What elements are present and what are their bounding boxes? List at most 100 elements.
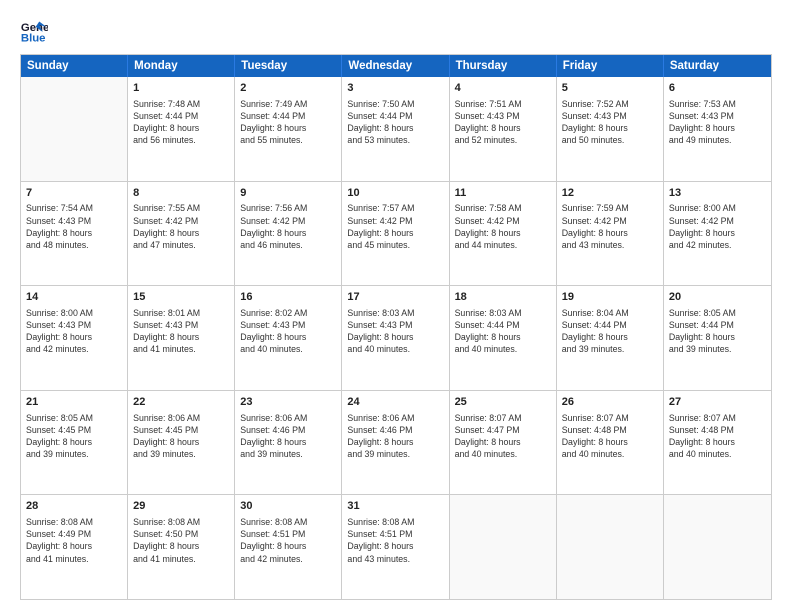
day-number: 4 xyxy=(455,81,551,96)
day-info: Sunrise: 8:07 AMSunset: 4:47 PMDaylight:… xyxy=(455,412,551,461)
day-info: Sunrise: 7:50 AMSunset: 4:44 PMDaylight:… xyxy=(347,98,443,147)
day-info: Sunrise: 7:53 AMSunset: 4:43 PMDaylight:… xyxy=(669,98,766,147)
calendar-cell xyxy=(450,495,557,599)
day-number: 1 xyxy=(133,81,229,96)
day-number: 20 xyxy=(669,290,766,305)
calendar-week-4: 21 Sunrise: 8:05 AMSunset: 4:45 PMDayligh… xyxy=(21,390,771,495)
day-info: Sunrise: 7:55 AMSunset: 4:42 PMDaylight:… xyxy=(133,202,229,251)
day-number: 16 xyxy=(240,290,336,305)
calendar-cell: 1 Sunrise: 7:48 AMSunset: 4:44 PMDaylight… xyxy=(128,77,235,181)
calendar-cell: 14 Sunrise: 8:00 AMSunset: 4:43 PMDayligh… xyxy=(21,286,128,390)
day-info: Sunrise: 7:52 AMSunset: 4:43 PMDaylight:… xyxy=(562,98,658,147)
calendar-cell: 20 Sunrise: 8:05 AMSunset: 4:44 PMDayligh… xyxy=(664,286,771,390)
calendar-cell: 2 Sunrise: 7:49 AMSunset: 4:44 PMDaylight… xyxy=(235,77,342,181)
day-header-tuesday: Tuesday xyxy=(235,55,342,77)
logo: General Blue xyxy=(20,18,52,46)
day-number: 31 xyxy=(347,499,443,514)
day-info: Sunrise: 8:07 AMSunset: 4:48 PMDaylight:… xyxy=(562,412,658,461)
day-number: 10 xyxy=(347,186,443,201)
day-info: Sunrise: 8:01 AMSunset: 4:43 PMDaylight:… xyxy=(133,307,229,356)
day-header-saturday: Saturday xyxy=(664,55,771,77)
calendar-cell: 12Sunrise: 7:59 AMSunset: 4:42 PMDayligh… xyxy=(557,182,664,286)
calendar-header: SundayMondayTuesdayWednesdayThursdayFrid… xyxy=(21,55,771,77)
calendar-cell: 3 Sunrise: 7:50 AMSunset: 4:44 PMDaylight… xyxy=(342,77,449,181)
day-number: 29 xyxy=(133,499,229,514)
day-number: 30 xyxy=(240,499,336,514)
day-number: 27 xyxy=(669,395,766,410)
day-number: 7 xyxy=(26,186,122,201)
day-info: Sunrise: 8:08 AMSunset: 4:51 PMDaylight:… xyxy=(347,516,443,565)
calendar-cell: 21 Sunrise: 8:05 AMSunset: 4:45 PMDayligh… xyxy=(21,391,128,495)
day-number: 12 xyxy=(562,186,658,201)
calendar-cell: 9Sunrise: 7:56 AMSunset: 4:42 PMDaylight… xyxy=(235,182,342,286)
day-number: 26 xyxy=(562,395,658,410)
calendar-cell: 13Sunrise: 8:00 AMSunset: 4:42 PMDayligh… xyxy=(664,182,771,286)
calendar-cell: 19 Sunrise: 8:04 AMSunset: 4:44 PMDayligh… xyxy=(557,286,664,390)
calendar-cell: 18 Sunrise: 8:03 AMSunset: 4:44 PMDayligh… xyxy=(450,286,557,390)
day-number: 24 xyxy=(347,395,443,410)
day-number: 6 xyxy=(669,81,766,96)
calendar-cell: 26 Sunrise: 8:07 AMSunset: 4:48 PMDayligh… xyxy=(557,391,664,495)
day-number: 9 xyxy=(240,186,336,201)
day-number: 18 xyxy=(455,290,551,305)
calendar-week-1: 1 Sunrise: 7:48 AMSunset: 4:44 PMDaylight… xyxy=(21,77,771,181)
calendar-cell: 24 Sunrise: 8:06 AMSunset: 4:46 PMDayligh… xyxy=(342,391,449,495)
day-info: Sunrise: 8:08 AMSunset: 4:51 PMDaylight:… xyxy=(240,516,336,565)
calendar: SundayMondayTuesdayWednesdayThursdayFrid… xyxy=(20,54,772,600)
calendar-cell xyxy=(664,495,771,599)
day-info: Sunrise: 7:48 AMSunset: 4:44 PMDaylight:… xyxy=(133,98,229,147)
day-info: Sunrise: 8:05 AMSunset: 4:44 PMDaylight:… xyxy=(669,307,766,356)
day-info: Sunrise: 8:03 AMSunset: 4:43 PMDaylight:… xyxy=(347,307,443,356)
day-number: 28 xyxy=(26,499,122,514)
calendar-cell: 30 Sunrise: 8:08 AMSunset: 4:51 PMDayligh… xyxy=(235,495,342,599)
day-number: 19 xyxy=(562,290,658,305)
day-info: Sunrise: 7:56 AMSunset: 4:42 PMDaylight:… xyxy=(240,202,336,251)
calendar-week-5: 28 Sunrise: 8:08 AMSunset: 4:49 PMDayligh… xyxy=(21,494,771,599)
day-info: Sunrise: 8:05 AMSunset: 4:45 PMDaylight:… xyxy=(26,412,122,461)
calendar-cell: 16 Sunrise: 8:02 AMSunset: 4:43 PMDayligh… xyxy=(235,286,342,390)
day-info: Sunrise: 8:08 AMSunset: 4:49 PMDaylight:… xyxy=(26,516,122,565)
day-number: 5 xyxy=(562,81,658,96)
day-info: Sunrise: 8:04 AMSunset: 4:44 PMDaylight:… xyxy=(562,307,658,356)
day-info: Sunrise: 7:58 AMSunset: 4:42 PMDaylight:… xyxy=(455,202,551,251)
day-info: Sunrise: 8:06 AMSunset: 4:45 PMDaylight:… xyxy=(133,412,229,461)
day-number: 15 xyxy=(133,290,229,305)
svg-text:Blue: Blue xyxy=(21,33,46,45)
day-number: 21 xyxy=(26,395,122,410)
day-number: 2 xyxy=(240,81,336,96)
calendar-cell xyxy=(557,495,664,599)
page: General Blue SundayMondayTuesdayWednesda… xyxy=(0,0,792,612)
day-info: Sunrise: 7:49 AMSunset: 4:44 PMDaylight:… xyxy=(240,98,336,147)
day-header-friday: Friday xyxy=(557,55,664,77)
day-info: Sunrise: 8:00 AMSunset: 4:42 PMDaylight:… xyxy=(669,202,766,251)
calendar-cell: 5 Sunrise: 7:52 AMSunset: 4:43 PMDaylight… xyxy=(557,77,664,181)
calendar-cell: 8Sunrise: 7:55 AMSunset: 4:42 PMDaylight… xyxy=(128,182,235,286)
calendar-cell: 22Sunrise: 8:06 AMSunset: 4:45 PMDayligh… xyxy=(128,391,235,495)
day-info: Sunrise: 8:06 AMSunset: 4:46 PMDaylight:… xyxy=(347,412,443,461)
day-header-monday: Monday xyxy=(128,55,235,77)
day-info: Sunrise: 7:57 AMSunset: 4:42 PMDaylight:… xyxy=(347,202,443,251)
calendar-cell: 17Sunrise: 8:03 AMSunset: 4:43 PMDayligh… xyxy=(342,286,449,390)
day-number: 13 xyxy=(669,186,766,201)
calendar-week-2: 7Sunrise: 7:54 AMSunset: 4:43 PMDaylight… xyxy=(21,181,771,286)
calendar-cell: 4 Sunrise: 7:51 AMSunset: 4:43 PMDaylight… xyxy=(450,77,557,181)
calendar-cell: 27Sunrise: 8:07 AMSunset: 4:48 PMDayligh… xyxy=(664,391,771,495)
day-info: Sunrise: 8:03 AMSunset: 4:44 PMDaylight:… xyxy=(455,307,551,356)
calendar-cell: 23Sunrise: 8:06 AMSunset: 4:46 PMDayligh… xyxy=(235,391,342,495)
day-number: 3 xyxy=(347,81,443,96)
calendar-cell: 29Sunrise: 8:08 AMSunset: 4:50 PMDayligh… xyxy=(128,495,235,599)
day-info: Sunrise: 7:59 AMSunset: 4:42 PMDaylight:… xyxy=(562,202,658,251)
calendar-cell: 15 Sunrise: 8:01 AMSunset: 4:43 PMDayligh… xyxy=(128,286,235,390)
calendar-cell: 31 Sunrise: 8:08 AMSunset: 4:51 PMDayligh… xyxy=(342,495,449,599)
day-header-wednesday: Wednesday xyxy=(342,55,449,77)
day-header-sunday: Sunday xyxy=(21,55,128,77)
logo-icon: General Blue xyxy=(20,18,48,46)
day-info: Sunrise: 8:02 AMSunset: 4:43 PMDaylight:… xyxy=(240,307,336,356)
header: General Blue xyxy=(20,18,772,46)
calendar-cell: 6 Sunrise: 7:53 AMSunset: 4:43 PMDaylight… xyxy=(664,77,771,181)
day-info: Sunrise: 8:00 AMSunset: 4:43 PMDaylight:… xyxy=(26,307,122,356)
day-number: 14 xyxy=(26,290,122,305)
day-info: Sunrise: 7:51 AMSunset: 4:43 PMDaylight:… xyxy=(455,98,551,147)
day-info: Sunrise: 7:54 AMSunset: 4:43 PMDaylight:… xyxy=(26,202,122,251)
calendar-cell: 28 Sunrise: 8:08 AMSunset: 4:49 PMDayligh… xyxy=(21,495,128,599)
